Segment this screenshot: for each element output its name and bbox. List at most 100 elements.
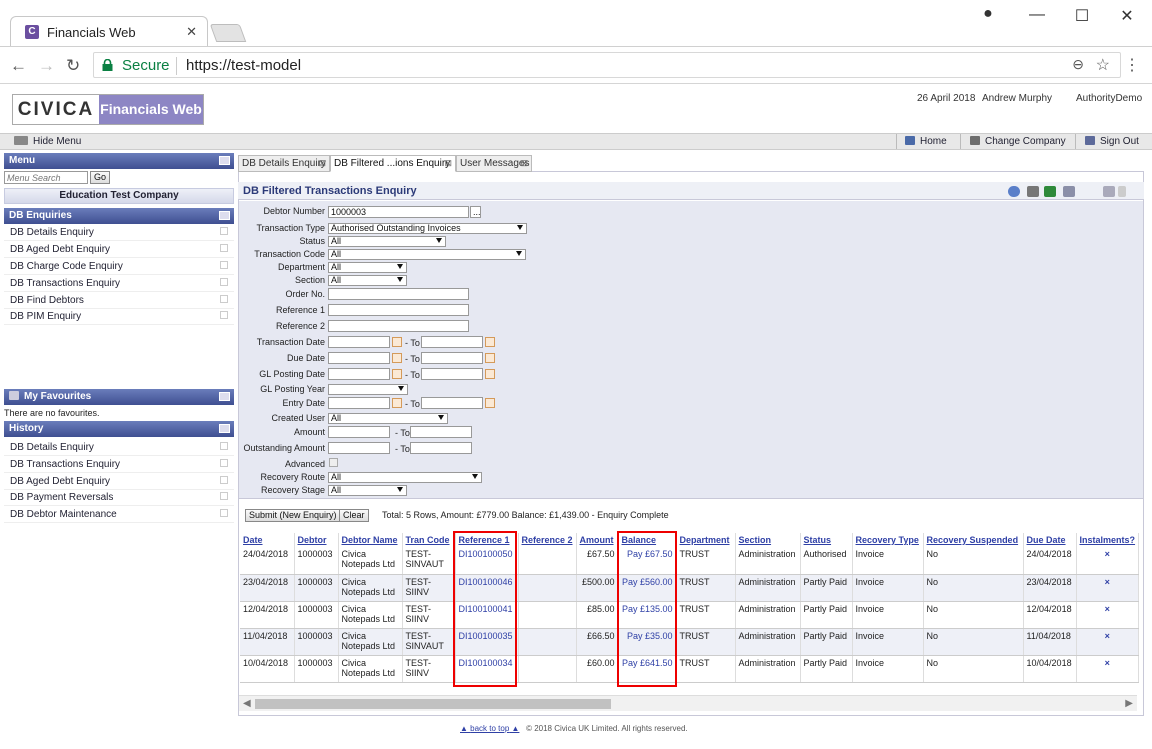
new-tab-button[interactable] [209,24,247,42]
tab-user-messages[interactable]: User Messages ⊠ [456,155,532,172]
calendar-icon[interactable] [485,337,495,347]
tab-close-icon[interactable]: ⊠ [444,156,452,171]
calendar-icon[interactable] [485,353,495,363]
window-close-icon[interactable]: ✕ [1117,6,1137,26]
tab-close-icon[interactable]: ⊠ [318,156,326,171]
submit-button[interactable]: Submit (New Enquiry) [245,509,341,522]
scroll-right-icon[interactable]: ▶ [1125,698,1133,709]
sidebar-item-db-aged-debt-enquiry[interactable]: DB Aged Debt Enquiry [4,242,234,258]
print-icon[interactable] [1027,186,1039,197]
zoom-icon[interactable]: ⊖ [1072,56,1084,73]
calendar-icon[interactable] [392,337,402,347]
collapse-icon[interactable] [219,424,230,433]
tab-db-filtered-transactions-enquiry[interactable]: DB Filtered ...ions Enquiry ⊠ [330,155,456,172]
history-item[interactable]: DB Details Enquiry [4,440,234,456]
back-to-top-link[interactable]: ▲ back to top ▲ [460,724,519,733]
due-date-from[interactable] [328,352,390,364]
collapse-icon[interactable] [219,392,230,401]
amount-to[interactable] [410,426,472,438]
outstanding-amount-from[interactable] [328,442,390,454]
instalments-x-icon[interactable]: × [1076,601,1140,629]
favourites-header[interactable]: My Favourites [4,389,234,405]
created-user-select[interactable]: All [328,413,448,424]
history-item[interactable]: DB Transactions Enquiry [4,457,234,473]
history-item[interactable]: DB Debtor Maintenance [4,507,234,523]
enquiries-header[interactable]: DB Enquiries [4,208,234,224]
help-icon[interactable] [1008,186,1020,197]
menu-search-input[interactable] [4,171,88,184]
transaction-date-from[interactable] [328,336,390,348]
recovery-stage-select[interactable]: All [328,485,407,496]
change-company-button[interactable]: Change Company [970,136,1066,147]
calendar-icon[interactable] [392,369,402,379]
go-button[interactable]: Go [90,171,111,184]
reload-icon[interactable]: ↻ [66,56,80,76]
forward-icon[interactable]: → [38,56,55,76]
col-debtor-name[interactable]: Debtor Name [338,533,403,547]
department-select[interactable]: All [328,262,407,273]
transaction-type-select[interactable]: Authorised Outstanding Invoices [328,223,527,234]
debtor-lookup-button[interactable]: ... [470,206,481,218]
calendar-icon[interactable] [485,398,495,408]
status-select[interactable]: All [328,236,446,247]
transaction-code-select[interactable]: All [328,249,526,260]
entry-date-from[interactable] [328,397,390,409]
address-bar[interactable]: Secure https://test-model ⊖ ☆ [93,52,1121,78]
amount-from[interactable] [328,426,390,438]
close-tab-icon[interactable]: ✕ [186,24,197,40]
hide-menu-button[interactable]: Hide Menu [14,136,81,147]
collapse-icon[interactable] [219,156,230,165]
col-debtor[interactable]: Debtor [294,533,339,547]
bookmark-star-icon[interactable]: ☆ [1096,55,1110,75]
horizontal-scrollbar[interactable]: ◀ ▶ [239,695,1137,711]
calendar-icon[interactable] [392,353,402,363]
recovery-route-select[interactable]: All [328,472,482,483]
gl-posting-date-from[interactable] [328,368,390,380]
sidebar-item-db-transactions-enquiry[interactable]: DB Transactions Enquiry [4,276,234,292]
collapse-icon[interactable] [219,211,230,220]
history-item[interactable]: DB Aged Debt Enquiry [4,474,234,490]
minimize-icon[interactable]: — [1027,6,1047,24]
outstanding-amount-to[interactable] [410,442,472,454]
url-text[interactable]: https://test-model [186,57,301,74]
maximize-icon[interactable]: ☐ [1072,6,1092,26]
browser-tab[interactable]: C Financials Web ✕ [10,16,208,46]
instalments-x-icon[interactable]: × [1076,547,1140,575]
tab-db-details-enquiry[interactable]: DB Details Enquiry ⊠ [238,155,330,172]
scrollbar-thumb[interactable] [255,699,611,709]
col-instalments[interactable]: Instalments? [1076,533,1140,547]
advanced-checkbox[interactable] [329,458,338,467]
tab-close-icon[interactable]: ⊠ [520,156,528,171]
export-excel-icon[interactable] [1044,186,1056,197]
scroll-left-icon[interactable]: ◀ [243,698,251,709]
history-header[interactable]: History [4,421,234,437]
col-status[interactable]: Status [800,533,853,547]
section-select[interactable]: All [328,275,407,286]
close-panel-icon[interactable] [1118,186,1126,197]
col-tran-code[interactable]: Tran Code [402,533,456,547]
instalments-x-icon[interactable]: × [1076,655,1140,683]
home-button[interactable]: Home [905,136,947,147]
clear-button[interactable]: Clear [339,509,369,522]
calendar-icon[interactable] [392,398,402,408]
browser-menu-icon[interactable]: ⋮ [1124,55,1140,75]
instalments-x-icon[interactable]: × [1076,574,1140,602]
instalments-x-icon[interactable]: × [1076,628,1140,656]
calendar-icon[interactable] [485,369,495,379]
back-icon[interactable]: ← [10,56,27,76]
gl-posting-year-select[interactable] [328,384,408,395]
sign-out-button[interactable]: Sign Out [1085,136,1139,147]
col-reference-2[interactable]: Reference 2 [518,533,577,547]
document-icon[interactable] [1063,186,1075,197]
col-section[interactable]: Section [735,533,801,547]
due-date-to[interactable] [421,352,483,364]
sidebar-item-db-find-debtors[interactable]: DB Find Debtors [4,293,234,309]
gl-posting-date-to[interactable] [421,368,483,380]
reference1-input[interactable] [328,304,469,316]
sidebar-item-db-charge-code-enquiry[interactable]: DB Charge Code Enquiry [4,259,234,275]
col-due-date[interactable]: Due Date [1023,533,1077,547]
reference2-input[interactable] [328,320,469,332]
col-date[interactable]: Date [240,533,295,547]
maximize-panel-icon[interactable] [1103,186,1115,197]
profile-icon[interactable]: ● [978,5,998,23]
